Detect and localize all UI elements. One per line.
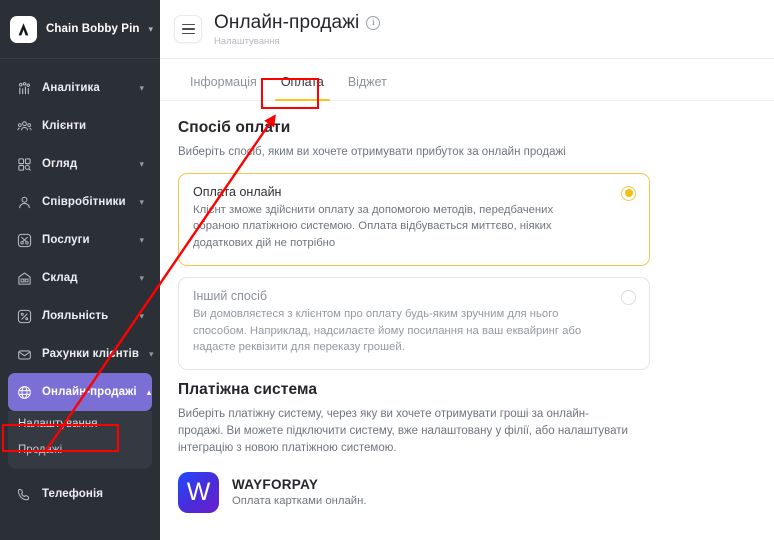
sidebar-item-label: Онлайн-продажі [42,386,137,398]
brand-header[interactable]: Chain Bobby Pin ▾ [0,0,160,58]
chevron-down-icon[interactable]: ▾ [139,83,144,94]
payment-system-section: Платіжна система Виберіть платіжну систе… [178,381,774,513]
chevron-down-icon[interactable]: ▾ [139,235,144,246]
client-accounts-icon [16,346,32,362]
chevron-down-icon[interactable]: ▾ [149,349,154,360]
hamburger-icon[interactable] [174,15,202,43]
loyalty-percent-icon [16,308,32,324]
sidebar-item-services[interactable]: Послуги ▾ [8,221,152,259]
info-circle-icon[interactable]: i [366,15,381,30]
sidebar-nav: Аналітика ▾ Клієнти Огляд ▾ Співробітник… [0,59,160,513]
chevron-down-icon[interactable]: ▾ [139,159,144,170]
wayforpay-logo-icon: W [178,471,219,513]
globe-icon [16,384,32,400]
analytics-icon [16,80,32,96]
sidebar-subitem-settings[interactable]: Налаштування [8,411,152,437]
sidebar-item-telephony[interactable]: Телефонія [8,475,152,513]
chevron-down-icon[interactable]: ▾ [139,311,144,322]
chevron-down-icon[interactable]: ▾ [149,24,154,35]
sidebar-item-overview[interactable]: Огляд ▾ [8,145,152,183]
sidebar-item-clients[interactable]: Клієнти [8,107,152,145]
provider-row-wayforpay[interactable]: W WAYFORPAY Оплата картками онлайн. [178,471,774,513]
main-area: Онлайн-продажі i Налаштування Інформація… [160,0,774,540]
payment-method-description: Виберіть спосіб, яким ви хочете отримува… [178,146,566,158]
sidebar-item-label: Огляд [42,158,78,170]
option-title: Оплата онлайн [193,184,282,199]
sidebar-item-label: Аналітика [42,82,100,94]
brand-name: Chain Bobby Pin [46,23,140,35]
payment-method-title: Спосіб оплати [178,119,291,136]
page-heading: Онлайн-продажі i Налаштування [214,11,381,47]
phone-icon [16,486,32,502]
sidebar-item-label: Телефонія [42,488,104,500]
services-scissors-icon [16,232,32,248]
payment-system-description: Виберіть платіжну систему, через яку ви … [178,407,628,455]
sidebar-subitem-sales[interactable]: Продажі [8,437,152,463]
provider-subtitle: Оплата картками онлайн. [232,495,367,508]
option-card-online-payment[interactable]: Оплата онлайн Клієнт зможе здійснити опл… [178,172,650,266]
brand-logo-icon [10,15,37,43]
sidebar-item-label: Послуги [42,234,90,246]
option-description: Ви домовляєтеся з клієнтом про оплату бу… [193,307,582,354]
provider-name: WAYFORPAY [232,477,319,493]
option-title: Інший спосіб [193,288,267,303]
payment-system-title: Платіжна система [178,380,318,398]
tab-information[interactable]: Інформація [178,75,269,100]
chevron-down-icon[interactable]: ▾ [139,197,144,208]
sidebar-subgroup-online-sales: Налаштування Продажі [8,411,152,469]
page-subtitle: Налаштування [214,35,280,47]
radio-online-payment[interactable] [621,185,636,201]
sidebar-item-employees[interactable]: Співробітники ▾ [8,183,152,221]
sidebar-item-label: Склад [42,272,78,284]
sidebar: Chain Bobby Pin ▾ Аналітика ▾ Клієнти Ог… [0,0,160,540]
sidebar-item-loyalty[interactable]: Лояльність ▾ [8,297,152,335]
option-description: Клієнт зможе здійснити оплату за допомог… [193,203,554,250]
sidebar-item-label: Рахунки клієнтів [42,348,140,360]
chevron-up-icon[interactable]: ▴ [147,387,152,398]
tab-payment[interactable]: Оплата [269,75,336,101]
tab-widget[interactable]: Віджет [336,75,399,100]
sidebar-item-analytics[interactable]: Аналітика ▾ [8,69,152,107]
sidebar-item-label: Клієнти [42,120,87,132]
warehouse-icon [16,270,32,286]
sidebar-item-client-accounts[interactable]: Рахунки клієнтів ▾ [8,335,154,373]
page-title: Онлайн-продажі [214,11,360,33]
clients-icon [16,118,32,134]
employees-icon [16,194,32,210]
topbar: Онлайн-продажі i Налаштування [160,0,774,59]
tab-bar: Інформація Оплата Віджет [160,59,774,101]
radio-other-method[interactable] [621,289,636,305]
app-root: Chain Bobby Pin ▾ Аналітика ▾ Клієнти Ог… [0,0,774,540]
sidebar-item-online-sales[interactable]: Онлайн-продажі ▴ [8,373,152,411]
chevron-down-icon[interactable]: ▾ [139,273,144,284]
sidebar-item-label: Лояльність [42,310,109,322]
overview-icon [16,156,32,172]
sidebar-item-warehouse[interactable]: Склад ▾ [8,259,152,297]
option-card-other-method[interactable]: Інший спосіб Ви домовляєтеся з клієнтом … [178,276,650,370]
sidebar-item-label: Співробітники [42,196,126,208]
content-area: Спосіб оплати Виберіть спосіб, яким ви х… [160,101,774,513]
